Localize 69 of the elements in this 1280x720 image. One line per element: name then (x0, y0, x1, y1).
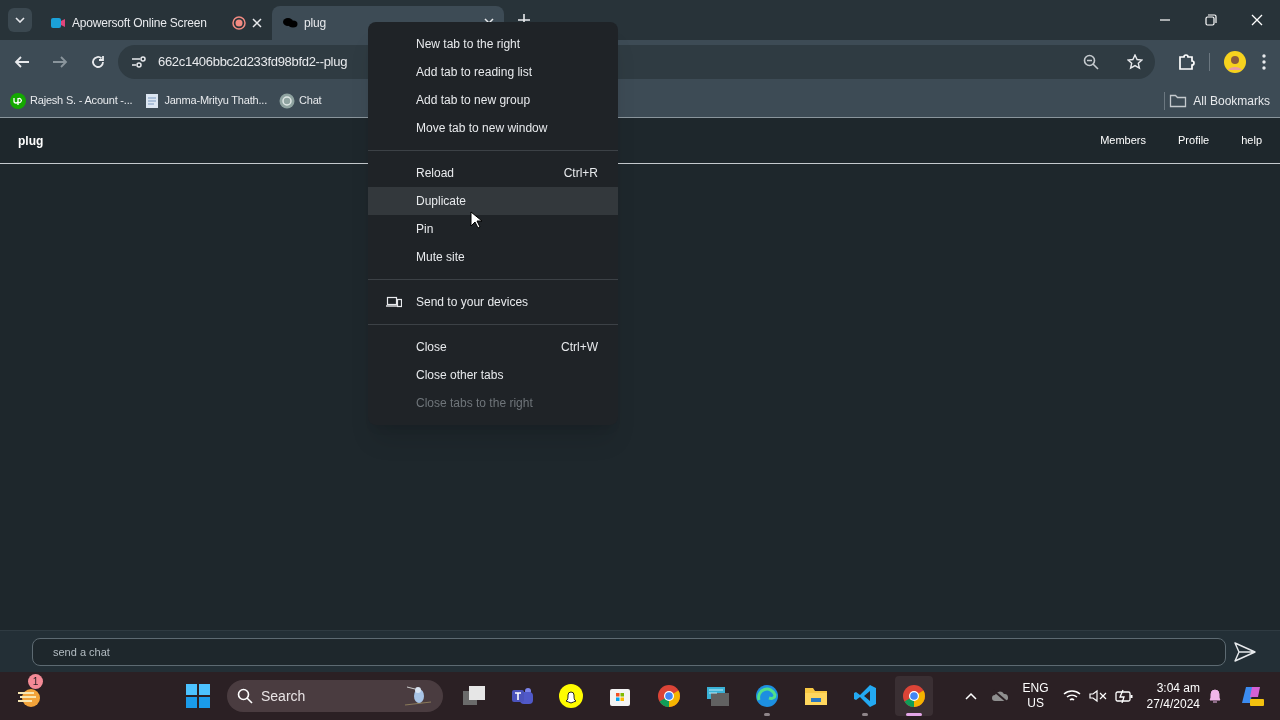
restore-icon[interactable] (1205, 14, 1217, 26)
forward-icon[interactable] (52, 54, 68, 70)
menu-item[interactable]: Pin (368, 215, 618, 243)
code-editor-icon (853, 684, 877, 708)
close-icon[interactable] (252, 18, 262, 28)
puzzle-icon[interactable] (1177, 53, 1195, 71)
wifi-icon[interactable] (1062, 689, 1081, 703)
running-indicator (906, 713, 922, 716)
overlapping-windows-icon (461, 684, 485, 708)
zoom-out-icon[interactable] (1083, 54, 1099, 70)
site-brand[interactable]: plug (18, 131, 44, 150)
running-indicator (862, 713, 868, 716)
running-indicator (764, 713, 770, 716)
menu-item[interactable]: Send to your devices (368, 288, 618, 316)
all-bookmarks-link[interactable]: All Bookmarks (1193, 91, 1270, 110)
more-icon[interactable] (1262, 54, 1266, 70)
cloud-off-icon[interactable] (990, 689, 1009, 703)
browser-tab[interactable]: Apowersoft Online Screen (40, 6, 272, 40)
menu-item[interactable]: Add tab to new group (368, 86, 618, 114)
url-text: 662c1406bbc2d233fd98bfd2--plug (158, 53, 348, 72)
notification-badge: 1 (28, 674, 43, 689)
camera-icon (50, 15, 66, 31)
windows-start-icon[interactable] (186, 684, 210, 708)
browser-icon (902, 684, 926, 708)
upwork-icon (10, 92, 26, 109)
devices-icon (386, 296, 402, 308)
clock-date[interactable]: 27/4/2024 (1146, 696, 1200, 712)
send-icon[interactable] (1234, 641, 1256, 662)
bird-icon (403, 685, 433, 707)
tab-title: plug (304, 15, 327, 32)
menu-item[interactable]: Duplicate (368, 187, 618, 215)
mouse-pointer-icon (470, 211, 482, 229)
tab-search-button[interactable] (8, 8, 32, 32)
reload-icon[interactable] (90, 54, 106, 70)
chevron-down-icon (15, 17, 25, 23)
nav-link[interactable]: Members (1100, 132, 1146, 149)
taskbar-app[interactable] (895, 676, 933, 716)
browser-icon (657, 684, 681, 708)
taskbar-search[interactable]: Search (227, 680, 443, 712)
menu-item[interactable]: Move tab to new window (368, 114, 618, 142)
tab-title: Apowersoft Online Screen (72, 15, 208, 32)
clock-time[interactable]: 3:04 am (1156, 680, 1200, 696)
region-indicator[interactable]: US (1027, 696, 1044, 711)
speaker-muted-icon[interactable] (1088, 689, 1107, 703)
chevron-up-icon[interactable] (964, 692, 977, 700)
bookmark-link[interactable]: Janma-Mrityu Thath... (164, 92, 267, 109)
search-placeholder: Search (261, 686, 307, 706)
site-settings-icon[interactable] (130, 54, 148, 70)
nav-link[interactable]: help (1241, 132, 1262, 149)
language-indicator[interactable]: ENG (1022, 681, 1049, 696)
folder-icon (1169, 92, 1188, 109)
ghost-icon (559, 684, 583, 708)
star-icon[interactable] (1127, 54, 1143, 70)
bookmark-link[interactable]: Rajesh S. - Acount -... (30, 92, 133, 109)
menu-item[interactable]: Close Ctrl+W (368, 333, 618, 361)
back-icon[interactable] (14, 54, 30, 70)
bookmark-link[interactable]: Chat (299, 92, 322, 109)
edge-icon (755, 684, 779, 708)
chat-input[interactable]: send a chat (32, 637, 1226, 666)
copilot-icon[interactable] (1240, 685, 1264, 707)
avatar-icon[interactable] (1224, 51, 1246, 73)
menu-item[interactable]: Reload Ctrl+R (368, 159, 618, 187)
bell-icon[interactable] (1208, 688, 1222, 704)
nav-link[interactable]: Profile (1178, 132, 1210, 149)
document-icon (144, 92, 161, 109)
menu-item[interactable]: Close other tabs (368, 361, 618, 389)
menu-item[interactable]: Mute site (368, 243, 618, 271)
search-icon (237, 688, 253, 704)
battery-charging-icon[interactable] (1114, 689, 1133, 703)
